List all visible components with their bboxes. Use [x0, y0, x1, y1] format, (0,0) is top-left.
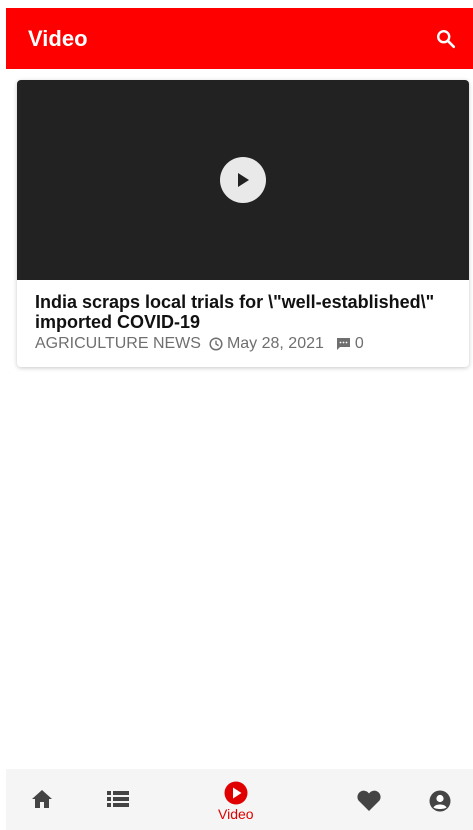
- heart-icon: [357, 790, 381, 811]
- post-date-group: May 28, 2021: [209, 335, 324, 353]
- post-title[interactable]: India scraps local trials for \"well-est…: [35, 292, 451, 332]
- nav-profile[interactable]: [429, 790, 451, 812]
- post-date: May 28, 2021: [226, 335, 324, 352]
- account-icon: [429, 790, 451, 812]
- nav-home[interactable]: [31, 789, 53, 809]
- list-icon: [107, 791, 129, 807]
- video-thumbnail[interactable]: [17, 80, 469, 280]
- video-post-card[interactable]: India scraps local trials for \"well-est…: [17, 80, 469, 367]
- bottom-navigation: Video: [6, 769, 473, 830]
- post-meta: AGRICULTURE NEWS May 28, 2021 0: [35, 335, 451, 353]
- home-icon: [32, 790, 52, 808]
- nav-video-label: Video: [218, 806, 254, 822]
- play-button[interactable]: [220, 157, 266, 203]
- video-play-icon: [224, 781, 248, 805]
- post-category[interactable]: AGRICULTURE NEWS: [35, 335, 201, 353]
- page-title: Video: [28, 25, 88, 51]
- search-icon: [437, 29, 456, 48]
- comment-count: 0: [354, 335, 364, 352]
- nav-categories[interactable]: [107, 791, 129, 807]
- nav-favorites[interactable]: [356, 790, 382, 812]
- play-icon: [238, 173, 249, 187]
- search-button[interactable]: [432, 25, 460, 53]
- comment-icon: [336, 338, 350, 350]
- nav-video[interactable]: Video: [218, 781, 254, 822]
- clock-icon: [209, 337, 223, 351]
- post-comments-group[interactable]: 0: [336, 335, 364, 353]
- app-bar: Video: [6, 8, 473, 69]
